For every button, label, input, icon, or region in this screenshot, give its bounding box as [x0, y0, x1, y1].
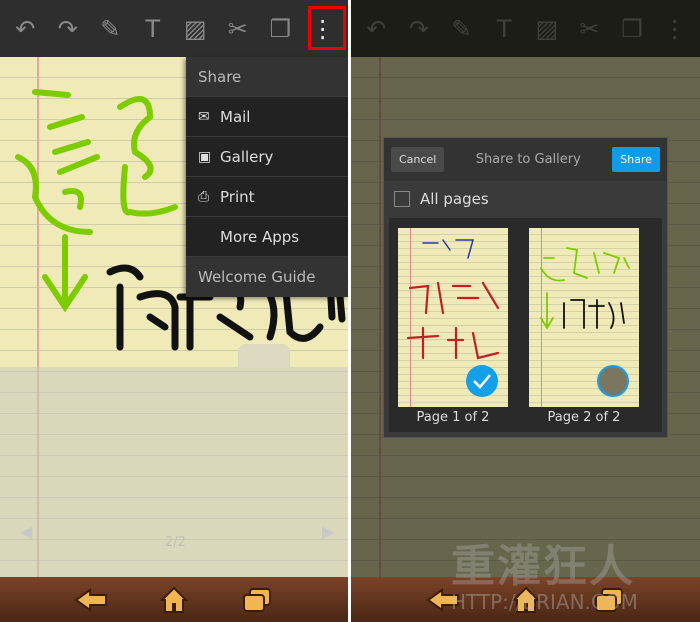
page-indicator: 2/2 — [165, 535, 186, 550]
page-label: Page 1 of 2 — [416, 410, 490, 425]
redo-icon[interactable]: ↷ — [51, 12, 85, 46]
gallery-icon: ▣ — [198, 148, 212, 165]
menu-item-more-apps[interactable]: More Apps — [186, 217, 348, 257]
pen-icon[interactable]: ✎ — [93, 12, 127, 46]
share-to-gallery-dialog: Cancel Share to Gallery Share All pages … — [383, 137, 668, 438]
unselected-circle-icon[interactable] — [597, 365, 629, 397]
all-pages-label: All pages — [420, 190, 489, 208]
menu-item-label: Gallery — [220, 147, 274, 166]
menu-header-share: Share — [186, 57, 348, 97]
right-screen: ↶ ↷ ✎ T ▨ ✂ ❐ ⋮ 重灌狂人 HTTP://BRIAN.COM Ca… — [351, 0, 700, 622]
toolbar: ↶ ↷ ✎ T ▨ ✂ ❐ ⋮ — [0, 0, 348, 57]
home-icon[interactable] — [156, 586, 192, 614]
page-thumbnail-2[interactable]: Page 2 of 2 — [529, 228, 639, 432]
share-menu: Share ✉ Mail ▣ Gallery ⎙ Print More Apps We… — [186, 57, 348, 297]
left-screen: ◀ ▶ 2/2 ↶ ↷ ✎ T ▨ ✂ ❐ ⋮ Share ✉ Mail ▣ Gal… — [0, 0, 348, 622]
text-icon[interactable]: T — [136, 12, 170, 46]
menu-item-welcome-guide[interactable]: Welcome Guide — [186, 257, 348, 297]
mail-icon: ✉ — [198, 108, 210, 125]
cancel-button[interactable]: Cancel — [391, 147, 445, 172]
all-pages-checkbox[interactable] — [394, 191, 410, 207]
menu-item-label: Print — [220, 187, 255, 206]
next-page-icon[interactable]: ▶ — [322, 522, 334, 541]
highlight-box — [308, 6, 346, 50]
menu-item-mail[interactable]: ✉ Mail — [186, 97, 348, 137]
pages-icon[interactable]: ❐ — [263, 12, 297, 46]
back-icon[interactable] — [73, 586, 109, 614]
all-pages-row[interactable]: All pages — [384, 181, 667, 217]
menu-item-gallery[interactable]: ▣ Gallery — [186, 137, 348, 177]
page-thumbnail-1[interactable]: Page 1 of 2 — [398, 228, 508, 432]
drawer-handle[interactable] — [238, 344, 290, 368]
dialog-title: Share to Gallery — [475, 152, 581, 167]
prev-page-icon[interactable]: ◀ — [20, 522, 32, 541]
undo-icon[interactable]: ↶ — [8, 12, 42, 46]
scissors-icon[interactable]: ✂ — [221, 12, 255, 46]
share-button[interactable]: Share — [612, 147, 660, 172]
page-thumbnails: Page 1 of 2 Page 2 of 2 — [389, 218, 662, 432]
menu-item-label: Mail — [220, 107, 251, 126]
watermark: 重灌狂人 — [451, 541, 635, 592]
menu-item-label: More Apps — [220, 227, 300, 246]
menu-item-print[interactable]: ⎙ Print — [186, 177, 348, 217]
recent-apps-icon[interactable] — [239, 586, 275, 614]
watermark-url: HTTP://BRIAN.COM — [451, 590, 638, 614]
page-label: Page 2 of 2 — [547, 410, 621, 425]
selected-check-icon[interactable] — [466, 365, 498, 397]
image-icon[interactable]: ▨ — [178, 12, 212, 46]
print-icon: ⎙ — [198, 188, 210, 205]
bottom-nav — [0, 577, 348, 622]
